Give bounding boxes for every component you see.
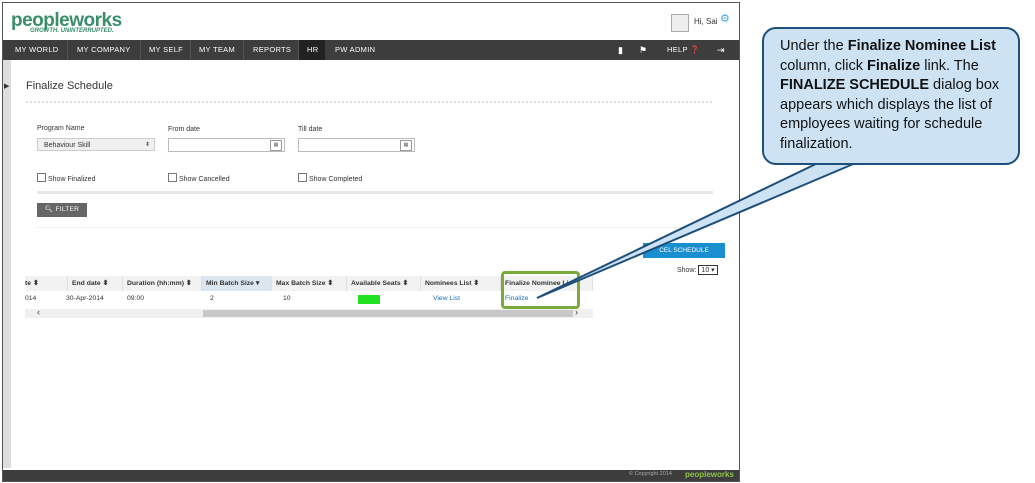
instruction-callout: Under the Finalize Nominee List column, … [762,27,1020,165]
callout-text-2: column, click [780,57,868,74]
callout-bold-3: FINALIZE SCHEDULE [780,77,930,93]
callout-text-3: link. The [920,57,979,74]
callout-bold-1: Finalize Nominee List [847,38,996,54]
callout-tail [536,161,859,299]
callout-text-1: Under the [780,38,848,54]
callout-bold-2: Finalize [867,57,921,74]
